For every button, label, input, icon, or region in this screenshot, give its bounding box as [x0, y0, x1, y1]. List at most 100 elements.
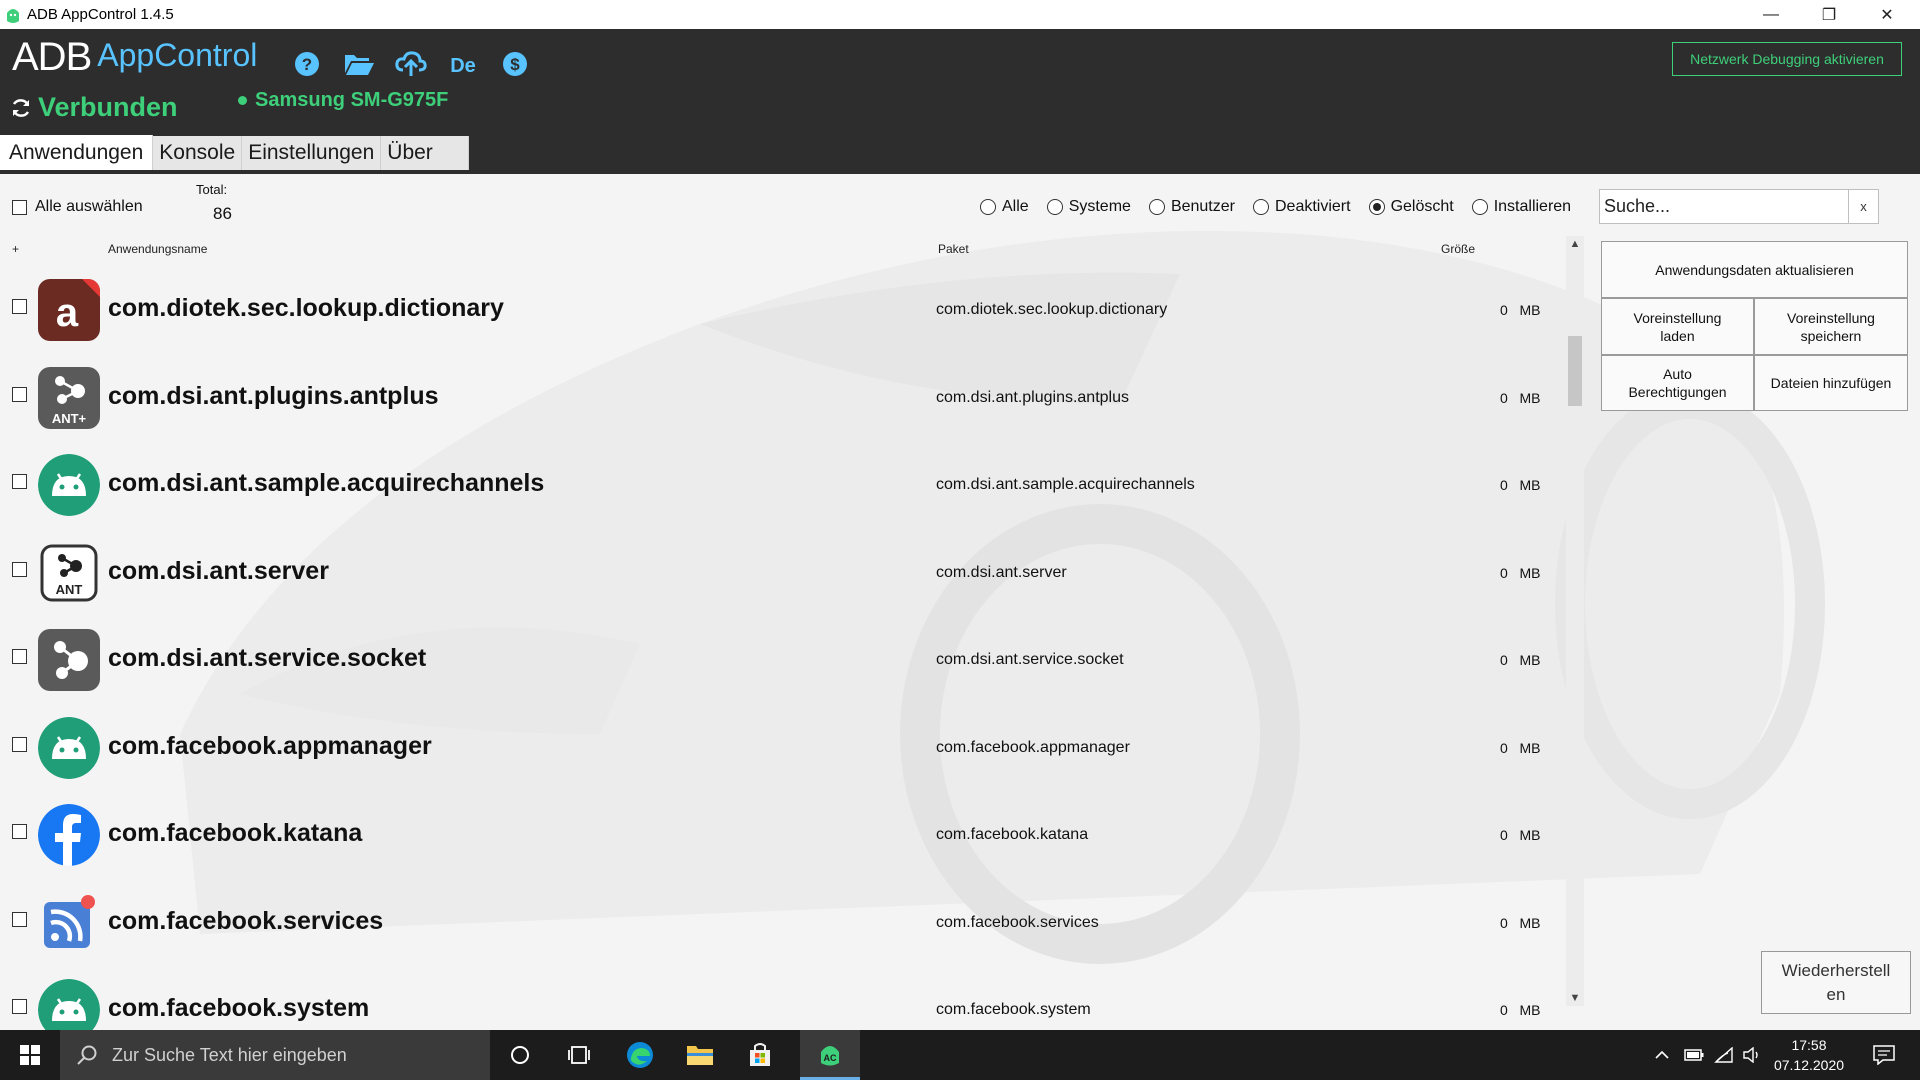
- open-folder-button[interactable]: [340, 45, 378, 83]
- volume-button[interactable]: [1738, 1030, 1766, 1080]
- app-size: 0 MB: [1500, 302, 1541, 318]
- app-size: 0 MB: [1500, 477, 1541, 493]
- column-header-package[interactable]: Paket: [938, 242, 969, 256]
- cortana-button[interactable]: [490, 1030, 550, 1080]
- radio-button[interactable]: [1148, 199, 1165, 215]
- tab-anwendungen[interactable]: Anwendungen: [0, 135, 154, 170]
- language-button[interactable]: De: [444, 45, 482, 83]
- column-header-size[interactable]: Größe: [1441, 242, 1475, 256]
- row-checkbox[interactable]: [12, 474, 27, 489]
- ant-socket-icon: [38, 629, 100, 691]
- minimize-button[interactable]: —: [1742, 0, 1800, 29]
- store-button[interactable]: [730, 1030, 790, 1080]
- radio-button[interactable]: [980, 199, 996, 215]
- close-button[interactable]: ✕: [1858, 0, 1916, 29]
- filter-systeme[interactable]: Systeme: [1046, 198, 1131, 216]
- filter-alle[interactable]: Alle: [980, 198, 1029, 216]
- radio-button[interactable]: [1046, 199, 1063, 215]
- windows-logo-icon: [20, 1045, 40, 1065]
- restore-button[interactable]: Wiederherstell en: [1761, 951, 1911, 1014]
- taskbar-clock[interactable]: 17:58 07.12.2020: [1764, 1035, 1854, 1075]
- app-package: com.facebook.katana: [936, 826, 1089, 843]
- app-row[interactable]: ANT com.dsi.ant.server com.dsi.ant.serve…: [0, 529, 1568, 617]
- app-row[interactable]: com.facebook.katana com.facebook.katana …: [0, 791, 1568, 879]
- network-button[interactable]: [1710, 1030, 1738, 1080]
- select-all-checkbox[interactable]: [12, 199, 27, 215]
- radio-button[interactable]: [1471, 199, 1488, 215]
- app-row[interactable]: com.facebook.services com.facebook.servi…: [0, 879, 1568, 967]
- app-row[interactable]: com.dsi.ant.sample.acquirechannels com.d…: [0, 441, 1568, 529]
- row-checkbox[interactable]: [12, 299, 27, 314]
- radio-button[interactable]: [1252, 199, 1269, 215]
- svg-text:?: ?: [302, 55, 312, 74]
- maximize-button[interactable]: ❐: [1800, 0, 1858, 29]
- network-debugging-button[interactable]: Netzwerk Debugging aktivieren: [1672, 42, 1902, 76]
- search-clear-button[interactable]: x: [1848, 190, 1878, 223]
- row-checkbox[interactable]: [12, 736, 27, 752]
- clock-time: 17:58: [1791, 1037, 1827, 1053]
- donate-icon: $: [503, 52, 527, 76]
- column-header-name[interactable]: Anwendungsname: [108, 242, 207, 256]
- battery-button[interactable]: [1680, 1030, 1708, 1080]
- adb-appcontrol-taskbar-button[interactable]: AC: [800, 1030, 860, 1080]
- row-checkbox[interactable]: [12, 649, 27, 664]
- tab-ueber[interactable]: Über: [381, 136, 470, 170]
- edge-button[interactable]: [610, 1030, 670, 1080]
- dictionary-icon: a: [38, 279, 100, 341]
- refresh-app-data-button[interactable]: Anwendungsdaten aktualisieren: [1601, 241, 1908, 298]
- scroll-thumb[interactable]: [1568, 336, 1582, 406]
- donate-button[interactable]: $: [496, 45, 534, 83]
- row-checkbox[interactable]: [12, 824, 27, 839]
- scroll-down-icon[interactable]: ▼: [1566, 990, 1584, 1006]
- app-size: 0 MB: [1500, 389, 1541, 406]
- app-row[interactable]: com.facebook.appmanager com.facebook.app…: [0, 704, 1568, 792]
- load-preset-button[interactable]: Voreinstellung laden: [1601, 298, 1754, 355]
- row-checkbox[interactable]: [12, 561, 27, 577]
- select-all[interactable]: Alle auswählen: [12, 198, 143, 216]
- list-scrollbar[interactable]: ▲ ▼: [1566, 236, 1584, 1006]
- search-input[interactable]: [1600, 190, 1848, 223]
- app-row[interactable]: ANT+ com.dsi.ant.plugins.antplus com.dsi…: [0, 354, 1568, 442]
- button-label: laden: [1660, 327, 1695, 344]
- filter-deaktiviert[interactable]: Deaktiviert: [1252, 198, 1351, 216]
- app-row[interactable]: com.facebook.system com.facebook.system …: [0, 966, 1568, 1030]
- svg-text:ANT: ANT: [56, 582, 83, 597]
- row-checkbox[interactable]: [12, 911, 27, 927]
- svg-text:De: De: [450, 55, 476, 77]
- help-button[interactable]: ?: [288, 45, 326, 83]
- radio-button-selected[interactable]: [1368, 199, 1385, 215]
- file-explorer-button[interactable]: [670, 1030, 730, 1080]
- filter-geloescht[interactable]: Gelöscht: [1368, 198, 1454, 216]
- task-view-button[interactable]: [550, 1030, 610, 1080]
- app-row[interactable]: a com.diotek.sec.lookup.dictionary com.d…: [0, 266, 1568, 354]
- refresh-icon[interactable]: [10, 97, 32, 119]
- android-icon: [38, 716, 100, 779]
- tab-konsole[interactable]: Konsole: [153, 136, 243, 170]
- save-preset-button[interactable]: Voreinstellung speichern: [1754, 298, 1908, 355]
- button-label: Voreinstellung: [1633, 309, 1722, 326]
- show-hidden-icons-button[interactable]: [1648, 1030, 1676, 1080]
- svg-text:AC: AC: [824, 1053, 837, 1063]
- scroll-up-icon[interactable]: ▲: [1566, 236, 1584, 252]
- filter-installieren[interactable]: Installieren: [1471, 198, 1571, 216]
- app-name: com.dsi.ant.plugins.antplus: [108, 381, 439, 410]
- app-row[interactable]: com.dsi.ant.service.socket com.dsi.ant.s…: [0, 616, 1568, 704]
- add-files-button[interactable]: Dateien hinzufügen: [1754, 355, 1908, 411]
- action-center-button[interactable]: [1864, 1030, 1904, 1080]
- cortana-icon: [511, 1046, 529, 1064]
- upload-button[interactable]: [392, 45, 430, 83]
- filter-benutzer[interactable]: Benutzer: [1148, 198, 1235, 216]
- app-name: com.dsi.ant.server: [108, 556, 329, 585]
- row-checkbox[interactable]: [12, 386, 27, 402]
- app-name: com.facebook.katana: [108, 819, 363, 847]
- help-icon: ?: [295, 52, 319, 76]
- app-name: com.facebook.services: [108, 906, 384, 935]
- sort-indicator[interactable]: +: [12, 242, 19, 256]
- taskbar-search[interactable]: Zur Suche Text hier eingeben: [60, 1030, 490, 1080]
- tab-einstellungen[interactable]: Einstellungen: [242, 136, 382, 170]
- row-checkbox[interactable]: [12, 999, 27, 1014]
- app-package: com.facebook.services: [936, 913, 1099, 931]
- auto-permissions-button[interactable]: Auto Berechtigungen: [1601, 355, 1754, 411]
- edge-icon: [627, 1042, 653, 1068]
- start-button[interactable]: [0, 1030, 60, 1080]
